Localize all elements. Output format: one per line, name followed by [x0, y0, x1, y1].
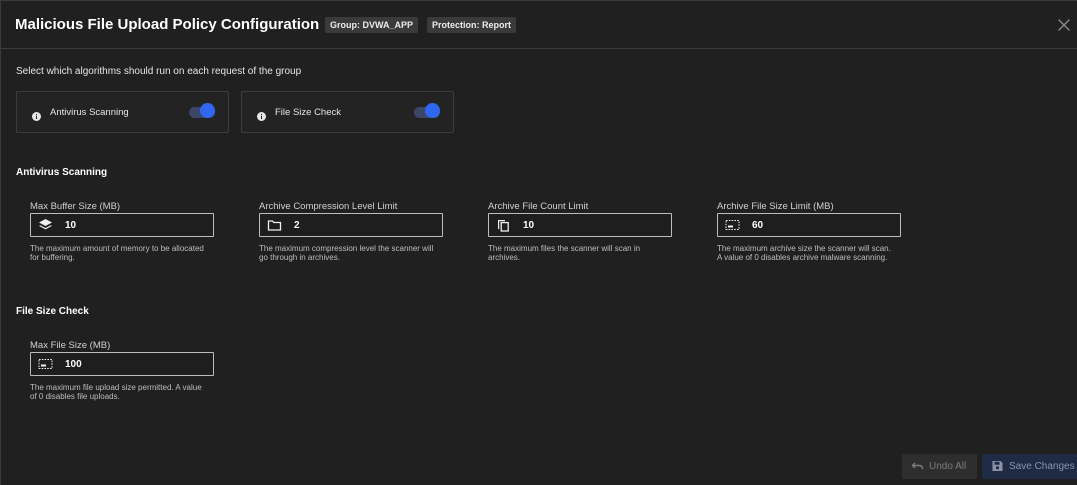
file-size-icon: [38, 357, 53, 371]
archive-file-size-input[interactable]: [752, 217, 892, 233]
undo-all-label: Undo All: [929, 461, 967, 472]
copy-icon: [496, 218, 511, 232]
protection-badge: Protection: Report: [427, 17, 517, 33]
close-icon[interactable]: [1056, 17, 1072, 33]
file-size-icon: [725, 218, 740, 232]
intro-text: Select which algorithms should run on ea…: [16, 66, 302, 77]
max-buffer-size-input-box: [30, 213, 214, 237]
file-size-toggle[interactable]: [414, 103, 442, 121]
modal-header: Malicious File Upload Policy Configurati…: [1, 1, 1077, 49]
save-icon: [991, 460, 1004, 472]
save-changes-button[interactable]: Save Changes: [982, 454, 1077, 479]
section-title-file-size: File Size Check: [16, 306, 89, 317]
archive-compression-input[interactable]: [294, 217, 434, 233]
toggle-knob: [425, 103, 440, 118]
archive-file-count-input[interactable]: [523, 217, 663, 233]
field-help: The maximum compression level the scanne…: [259, 244, 434, 262]
archive-file-size-input-box: [717, 213, 901, 237]
page-title: Malicious File Upload Policy Configurati…: [15, 16, 320, 33]
layers-icon: [38, 218, 53, 232]
field-label: Archive File Size Limit (MB): [717, 201, 834, 212]
algorithm-card-file-size: File Size Check: [241, 91, 454, 133]
archive-file-count-input-box: [488, 213, 672, 237]
antivirus-toggle[interactable]: [189, 103, 217, 121]
max-file-size-input[interactable]: [65, 356, 205, 372]
field-label: Max Buffer Size (MB): [30, 201, 121, 212]
info-icon: [257, 108, 266, 121]
field-label: Max File Size (MB): [30, 340, 111, 351]
undo-icon: [911, 460, 924, 472]
group-badge: Group: DVWA_APP: [325, 17, 419, 33]
modal-dialog: Malicious File Upload Policy Configurati…: [0, 0, 1077, 485]
field-label: Archive Compression Level Limit: [259, 201, 398, 212]
algorithm-card-antivirus: Antivirus Scanning: [16, 91, 229, 133]
save-changes-label: Save Changes: [1009, 461, 1075, 472]
folder-icon: [267, 218, 282, 232]
archive-compression-input-box: [259, 213, 443, 237]
field-help: The maximum archive size the scanner wil…: [717, 244, 891, 262]
field-help: The maximum amount of memory to be alloc…: [30, 244, 204, 262]
algorithm-label: File Size Check: [275, 107, 341, 118]
toggle-knob: [200, 103, 215, 118]
max-buffer-size-input[interactable]: [65, 217, 205, 233]
field-help: The maximum files the scanner will scan …: [488, 244, 641, 262]
section-title-antivirus: Antivirus Scanning: [16, 167, 108, 178]
field-help: The maximum file upload size permitted. …: [30, 383, 202, 401]
field-label: Archive File Count Limit: [488, 201, 589, 212]
algorithm-label: Antivirus Scanning: [50, 107, 129, 118]
max-file-size-input-box: [30, 352, 214, 376]
undo-all-button[interactable]: Undo All: [902, 454, 977, 479]
info-icon: [32, 108, 41, 121]
